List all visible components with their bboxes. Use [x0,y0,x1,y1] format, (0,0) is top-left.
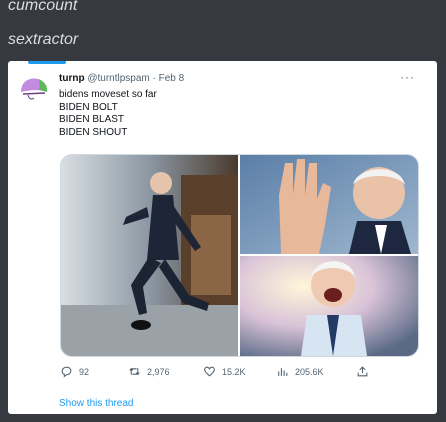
display-name[interactable]: turnp [59,73,85,84]
retweet-count: 2,976 [147,366,170,377]
separator: · [152,73,156,84]
media-image-biden-shout[interactable] [240,256,418,356]
reply-button[interactable]: 92 [60,365,89,378]
heart-icon [204,366,215,377]
reply-count: 92 [79,366,90,377]
views-count: 205.6K [295,366,324,377]
like-count: 15.2K [222,366,246,377]
more-options-button[interactable]: ··· [400,70,415,84]
media-image-biden-blast[interactable] [240,155,418,254]
share-icon [357,366,368,377]
retweet-icon [129,367,140,376]
tweet-header: turnp @turntlpspam · Feb 8 [59,73,184,84]
avatar[interactable] [18,73,50,105]
tweet-media-grid[interactable] [60,154,419,357]
tweet-text-line: bidens moveset so far [59,89,157,100]
tweet-text-line: BIDEN BOLT [59,101,118,113]
show-thread-link[interactable]: Show this thread [59,398,134,409]
tag-sextractor: sextractor [8,31,79,48]
media-image-biden-bolt[interactable] [61,155,238,356]
retweet-button[interactable]: 2,976 [128,365,170,378]
tweet-text-line: BIDEN BLAST [59,114,125,125]
tweet-text-line: BIDEN SHOUT [59,126,128,138]
reply-icon [61,366,72,378]
tweet-embed-card[interactable]: turnp @turntlpspam · Feb 8 ··· bidens mo… [8,61,437,414]
tag-cumcount: cumcount [8,0,78,14]
views-bar-chart-icon [278,368,288,376]
tweet-text: bidens moveset so far BIDEN BOLT BIDEN B… [59,89,157,139]
handle[interactable]: @turntlpspam [87,73,149,84]
share-button[interactable] [356,365,369,378]
tweet-actions: 92 2,976 15.2K 205.6K [60,365,370,381]
card-accent-bar [28,61,66,64]
views-button[interactable]: 205.6K [276,365,324,378]
like-button[interactable]: 15.2K [203,365,246,378]
tweet-date[interactable]: Feb 8 [159,73,185,84]
